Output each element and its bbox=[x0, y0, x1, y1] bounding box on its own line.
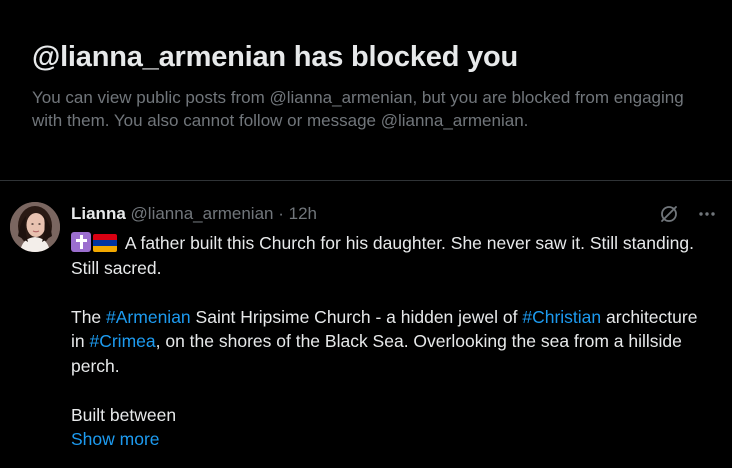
post-paragraph: The #Armenian Saint Hripsime Church - a … bbox=[71, 305, 711, 379]
post-timestamp[interactable]: 12h bbox=[289, 204, 317, 223]
more-options-icon[interactable] bbox=[696, 203, 718, 225]
avatar-image bbox=[10, 202, 60, 252]
latin-cross-emoji bbox=[71, 232, 91, 252]
post-body: A father built this Church for his daugh… bbox=[71, 231, 711, 452]
avatar[interactable] bbox=[10, 202, 60, 252]
blocked-notice: @lianna_armenian has blocked you You can… bbox=[32, 28, 712, 132]
author-name[interactable]: Lianna bbox=[71, 204, 126, 223]
hashtag-crimea[interactable]: #Crimea bbox=[89, 331, 155, 351]
blocked-description: You can view public posts from @lianna_a… bbox=[32, 88, 684, 130]
post-paragraph: A father built this Church for his daugh… bbox=[71, 231, 711, 280]
hashtag-armenian[interactable]: #Armenian bbox=[106, 307, 191, 327]
armenia-flag-emoji bbox=[93, 234, 117, 252]
show-more-link[interactable]: Show more bbox=[71, 427, 160, 452]
post-paragraph: Built between bbox=[71, 404, 177, 425]
header-separator: · bbox=[278, 204, 284, 223]
post-text: Saint Hripsime Church - a hidden jewel o… bbox=[190, 306, 523, 327]
grok-icon[interactable] bbox=[658, 203, 680, 225]
post-text: The bbox=[71, 306, 107, 327]
post-text: , on the shores of the Black Sea. Overlo… bbox=[71, 331, 682, 376]
post-text-line1: A father built this Church for his daugh… bbox=[71, 233, 694, 278]
author-handle[interactable]: @lianna_armenian bbox=[131, 204, 274, 223]
hashtag-christian[interactable]: #Christian bbox=[522, 307, 601, 327]
post-header-actions bbox=[658, 203, 718, 225]
post[interactable]: Lianna @lianna_armenian · 12h A father b… bbox=[0, 181, 732, 468]
post-header: Lianna @lianna_armenian · 12h bbox=[71, 203, 317, 225]
blocked-title: @lianna_armenian has blocked you bbox=[32, 41, 519, 73]
